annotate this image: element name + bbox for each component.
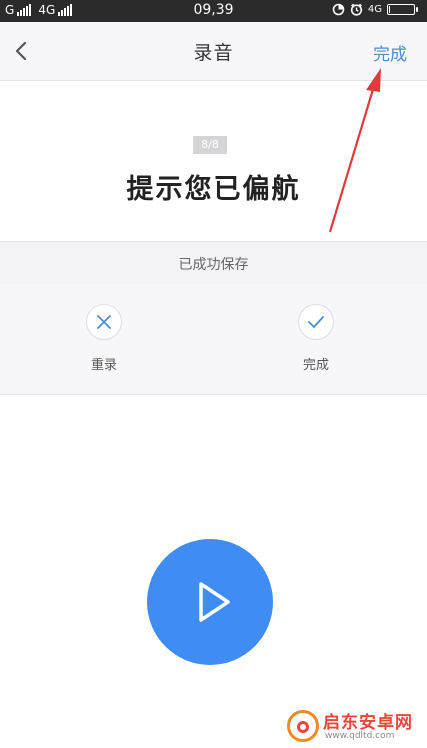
rerecord-circle[interactable] <box>86 304 122 340</box>
rerecord-label: 重录 <box>90 358 117 373</box>
status-bar: G 4G 09,39 4G <box>0 0 427 22</box>
close-icon <box>97 315 111 329</box>
status-right: 4G <box>332 3 418 16</box>
prompt-card: 8/8 提示您已偏航 <box>0 81 427 241</box>
watermark-url: www.qdltd.com <box>325 731 395 741</box>
play-button[interactable] <box>147 539 273 665</box>
finish-circle[interactable] <box>298 304 334 340</box>
finish-label: 完成 <box>302 358 329 373</box>
screen: G 4G 09,39 4G 录音 完成 8/8 提示您已偏航 已成功保存 重录 … <box>0 0 427 748</box>
save-status-bar: 已成功保存 <box>0 241 427 285</box>
rerecord-button[interactable]: 重录 <box>64 304 144 373</box>
page-title: 录音 <box>193 42 234 64</box>
save-status-message: 已成功保存 <box>178 257 249 273</box>
navigation-bar: 录音 完成 <box>0 22 427 81</box>
battery-level <box>389 6 390 13</box>
battery-icon <box>387 4 418 15</box>
sync-icon <box>332 3 345 16</box>
finish-button[interactable]: 完成 <box>276 304 356 373</box>
prompt-counter-badge: 8/8 <box>193 136 227 154</box>
prompt-text: 提示您已偏航 <box>126 174 301 205</box>
watermark: 启东安卓网 www.qdltd.com <box>287 708 419 744</box>
watermark-logo-icon <box>287 710 319 742</box>
done-button[interactable]: 完成 <box>373 40 407 65</box>
alarm-icon <box>350 3 362 16</box>
network-type-label: 4G <box>367 4 382 15</box>
play-icon <box>199 582 230 622</box>
check-icon <box>308 316 324 328</box>
watermark-name: 启东安卓网 <box>323 713 413 733</box>
recording-actions: 重录 完成 <box>0 284 427 395</box>
